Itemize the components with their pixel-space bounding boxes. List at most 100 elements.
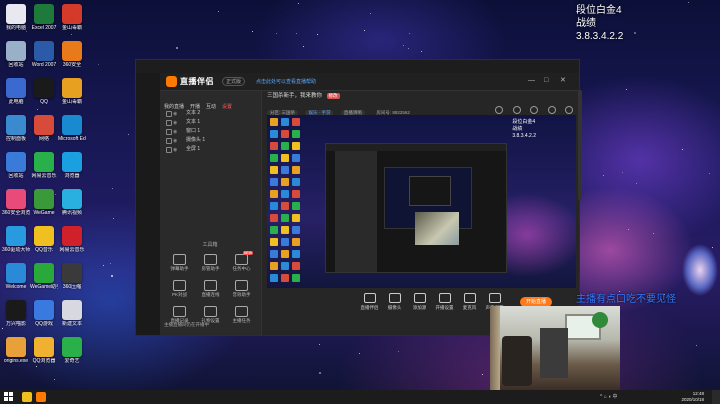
webcam-shelf: [540, 328, 568, 378]
desktop-icon[interactable]: WeGame助手: [30, 263, 58, 290]
toolbox-item[interactable]: 音效助手: [226, 277, 257, 303]
desktop-icon[interactable]: QQ游戏: [30, 300, 58, 327]
desktop-icon[interactable]: 我的电脑: [2, 4, 30, 31]
system-tray[interactable]: ^ ⌂ ◖ 中: [600, 393, 618, 400]
taskbar-live-companion-icon[interactable]: [36, 392, 46, 402]
desktop-icon[interactable]: 新建文本: [58, 300, 86, 327]
close-button[interactable]: ✕: [560, 77, 566, 85]
desktop-icon[interactable]: QQ音乐: [30, 226, 58, 253]
desktop-icon[interactable]: QQ: [30, 78, 58, 105]
preview-desktop-icon: [292, 118, 300, 126]
desktop-app-icon: [6, 189, 26, 209]
preview-desktop-icon: [270, 166, 278, 174]
desktop-icon[interactable]: 网易云音乐: [58, 226, 86, 253]
scene-item[interactable]: ◉ 窗口 1: [164, 127, 256, 136]
wallpaper-star: [317, 34, 318, 35]
desktop-icon[interactable]: 回收站: [2, 41, 30, 68]
scene-checkbox[interactable]: [166, 129, 172, 135]
desktop-icon[interactable]: 360驱动大师: [2, 226, 30, 253]
eye-icon[interactable]: ◉: [173, 146, 177, 155]
scene-checkbox[interactable]: [166, 147, 172, 153]
desktop-app-icon: [62, 115, 82, 135]
desktop-app-icon: [62, 226, 82, 246]
scene-item[interactable]: ◉ 文本 1: [164, 118, 256, 127]
control-label: 麦克风: [462, 305, 477, 310]
desktop-icon[interactable]: 网易云音乐: [30, 152, 58, 179]
toolbox-item[interactable]: PK对战: [164, 277, 195, 303]
desktop-icon-label: WeGame: [33, 210, 55, 216]
taskbar-clock[interactable]: 12:48 2020/10/18: [660, 391, 704, 403]
desktop-icon[interactable]: 360安全: [58, 41, 86, 68]
screenshot-icon[interactable]: [512, 106, 521, 114]
toolbox-item[interactable]: 房管助手: [195, 251, 226, 277]
desktop-icon[interactable]: Word 2007: [30, 41, 58, 68]
taskbar-explorer-icon[interactable]: [22, 392, 32, 402]
scene-label: 文本 2: [186, 110, 201, 116]
edit-title-button[interactable]: 修改: [326, 93, 340, 99]
bottom-control[interactable]: 开播设置: [432, 293, 457, 311]
desktop-icon[interactable]: 此电脑: [2, 78, 30, 105]
control-label: 开播设置: [435, 305, 454, 310]
bottom-control[interactable]: 麦克风: [457, 293, 482, 311]
toolbox-item[interactable]: 主播任务: [226, 303, 257, 329]
scene-item[interactable]: ◉ 文本 2: [164, 109, 256, 118]
toolbox-item[interactable]: 任务中心 NEW: [226, 251, 257, 277]
record-icon[interactable]: [495, 106, 504, 114]
wallpaper-star: [364, 30, 365, 31]
desktop-icon[interactable]: 爱奇艺: [58, 337, 86, 364]
desktop-icon[interactable]: 网络: [30, 115, 58, 142]
window-scrollbar[interactable]: [578, 90, 582, 200]
webcam-plant: [592, 312, 608, 328]
desktop-icon-label: QQ浏览器: [32, 358, 56, 364]
desktop-icon[interactable]: 360安全浏览器: [2, 189, 30, 216]
desktop-icon[interactable]: 回收站: [2, 152, 30, 179]
toolbox-item[interactable]: 直播连线: [195, 277, 226, 303]
scene-item[interactable]: ◉ 全屏 1: [164, 145, 256, 154]
scene-item[interactable]: ◉ 摄像头 1: [164, 136, 256, 145]
scene-checkbox[interactable]: [166, 138, 172, 144]
maximize-button[interactable]: □: [544, 77, 548, 85]
bottom-control[interactable]: 直播伴侣: [357, 293, 382, 311]
desktop-icon[interactable]: 金山毒霸: [58, 4, 86, 31]
nested-panel: [335, 151, 377, 272]
tool-label: 弹幕助手: [170, 266, 189, 271]
desktop-icon[interactable]: 控制面板: [2, 115, 30, 142]
desktop-icon[interactable]: origins.exe: [2, 337, 30, 364]
desktop-app-icon: [34, 115, 54, 135]
start-menu-icon[interactable]: [4, 392, 14, 402]
bottom-control[interactable]: 添加源: [407, 293, 432, 311]
stream-preview[interactable]: 段位白金4 战绩 3.8.3.4.2.2: [267, 115, 576, 288]
show-desktop-button[interactable]: [712, 390, 720, 404]
wallpaper-star: [37, 109, 38, 110]
desktop-icon[interactable]: 腾讯视频: [58, 189, 86, 216]
bottom-control[interactable]: 摄像头: [382, 293, 407, 311]
overlay-rank-text: 段位白金4 战绩 3.8.3.4.2.2: [576, 4, 623, 43]
wallpaper-star: [696, 345, 697, 346]
pip-icon[interactable]: [530, 106, 539, 114]
settings-icon[interactable]: [547, 106, 556, 114]
desktop-icon[interactable]: QQ浏览器: [30, 337, 58, 364]
desktop-app-icon: [6, 300, 26, 320]
minimize-button[interactable]: —: [528, 77, 535, 85]
scene-checkbox[interactable]: [166, 120, 172, 126]
share-icon[interactable]: [565, 106, 573, 114]
desktop-icon[interactable]: Microsoft Edge: [58, 115, 86, 142]
desktop-icon-label: 网络: [38, 136, 49, 142]
desktop-icon[interactable]: Excel 2007: [30, 4, 58, 31]
desktop-icon[interactable]: 万兴喵影: [2, 300, 30, 327]
desktop-icon[interactable]: Welcome: [2, 263, 30, 290]
preview-desktop-icon: [270, 238, 278, 246]
desktop-icon[interactable]: WeGame: [30, 189, 58, 216]
desktop-icon[interactable]: 浏览器: [58, 152, 86, 179]
desktop-icon[interactable]: 金山毒霸: [58, 78, 86, 105]
desktop-icon-label: 网易云音乐: [31, 173, 57, 179]
overlay-line-record: 战绩: [576, 18, 596, 29]
desktop-app-icon: [34, 300, 54, 320]
help-notice-link[interactable]: 点击此处可以查看直播帮助: [256, 78, 316, 85]
wallpaper-star: [298, 3, 299, 4]
toolbox-item[interactable]: 弹幕助手: [164, 251, 195, 277]
desktop-icon[interactable]: 360压缩: [58, 263, 86, 290]
preview-desktop-icon: [281, 142, 289, 150]
tool-icon: [235, 306, 248, 317]
scene-checkbox[interactable]: [166, 111, 172, 117]
